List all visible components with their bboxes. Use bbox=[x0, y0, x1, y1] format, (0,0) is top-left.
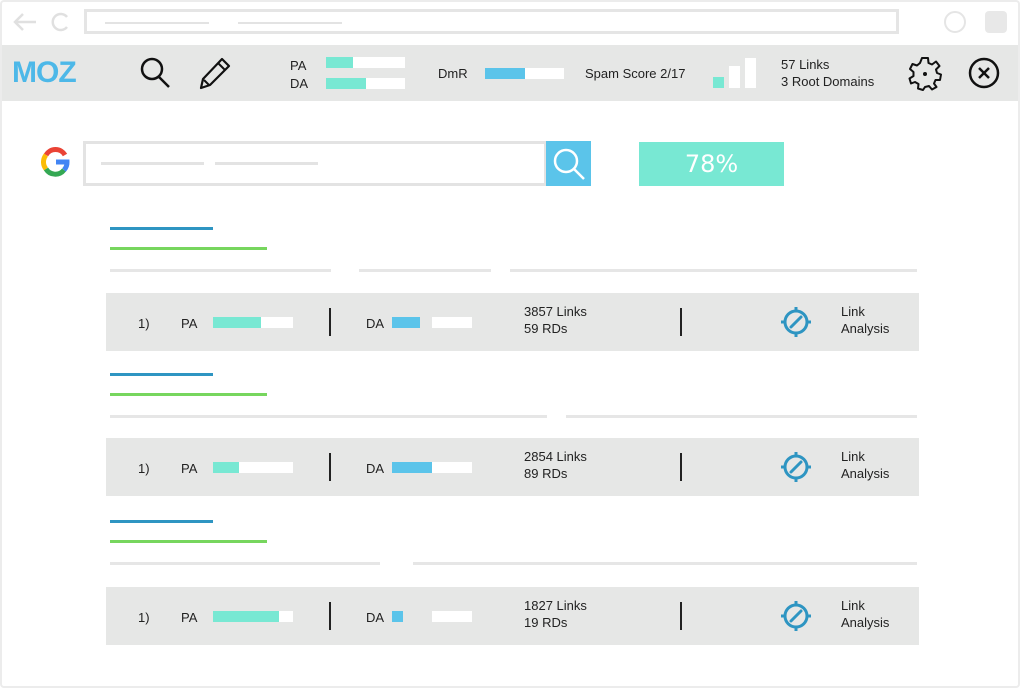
spam-score-label: Spam Score 2/17 bbox=[585, 66, 686, 81]
google-g-icon bbox=[41, 147, 71, 177]
da-label: DA bbox=[290, 76, 309, 91]
result-title-link[interactable] bbox=[110, 227, 213, 230]
result-url bbox=[110, 393, 267, 396]
toolbar-root-domains: 3 Root Domains bbox=[781, 74, 875, 89]
da-bar-fill bbox=[392, 317, 420, 328]
profile-button[interactable] bbox=[944, 11, 966, 33]
pa-bar bbox=[213, 317, 293, 328]
result-metrics-row: 1) PA DA 1827 Links 19 RDs Link Analysis bbox=[106, 587, 919, 645]
result-links: 3857 Links bbox=[524, 304, 587, 319]
result-title-link[interactable] bbox=[110, 373, 213, 376]
column-divider bbox=[329, 308, 331, 336]
toolbar-dmr-bar-fill bbox=[485, 68, 525, 79]
url-placeholder-line bbox=[105, 22, 209, 24]
column-divider bbox=[329, 453, 331, 481]
arrow-left-icon bbox=[13, 13, 36, 31]
spam-bar-3 bbox=[745, 58, 756, 88]
link-analysis-link[interactable]: Analysis bbox=[841, 614, 889, 631]
result-metrics-row: 1) PA DA 2854 Links 89 RDs Link Analysis bbox=[106, 438, 919, 496]
back-button[interactable] bbox=[10, 10, 40, 34]
result-snippet-line bbox=[413, 562, 917, 565]
url-placeholder-line bbox=[238, 22, 342, 24]
da-label: DA bbox=[366, 461, 385, 476]
link-analysis-link[interactable]: Link bbox=[841, 303, 865, 320]
result-rds: 89 RDs bbox=[524, 466, 568, 481]
da-bar-fill bbox=[392, 462, 432, 473]
result-links: 1827 Links bbox=[524, 598, 587, 613]
pa-bar bbox=[213, 462, 293, 473]
result-snippet-line bbox=[110, 562, 380, 565]
link-analysis-link[interactable]: Link bbox=[841, 448, 865, 465]
toolbar-pa-bar-fill bbox=[326, 57, 353, 68]
address-bar[interactable] bbox=[84, 9, 899, 34]
result-snippet-line bbox=[510, 269, 917, 272]
pencil-icon[interactable] bbox=[196, 55, 232, 91]
query-placeholder-line bbox=[215, 162, 318, 165]
pa-label: PA bbox=[181, 461, 198, 476]
link-analysis-link[interactable]: Analysis bbox=[841, 320, 889, 337]
result-snippet-line bbox=[110, 415, 547, 418]
column-divider bbox=[329, 602, 331, 630]
result-rank: 1) bbox=[138, 461, 150, 476]
toolbar-dmr-bar bbox=[485, 68, 564, 79]
spam-bar-2 bbox=[729, 66, 740, 88]
result-snippet-line bbox=[566, 415, 917, 418]
gear-icon[interactable] bbox=[907, 55, 943, 91]
result-snippet-line bbox=[110, 269, 331, 272]
score-badge: 78% bbox=[639, 142, 784, 186]
close-circle-icon[interactable] bbox=[966, 55, 1002, 91]
da-bar bbox=[392, 462, 472, 473]
link-analysis-icon[interactable] bbox=[779, 305, 813, 339]
dmr-label: DmR bbox=[438, 66, 468, 81]
result-title-link[interactable] bbox=[110, 520, 213, 523]
da-bar-remaining bbox=[432, 317, 472, 328]
result-rds: 19 RDs bbox=[524, 615, 568, 630]
spam-bar-1 bbox=[713, 77, 724, 88]
result-snippet-line bbox=[359, 269, 491, 272]
query-placeholder-line bbox=[101, 162, 204, 165]
toolbar-pa-bar bbox=[326, 57, 405, 68]
result-url bbox=[110, 540, 267, 543]
result-url bbox=[110, 247, 267, 250]
column-divider bbox=[680, 453, 682, 481]
result-rank: 1) bbox=[138, 610, 150, 625]
link-analysis-link[interactable]: Analysis bbox=[841, 465, 889, 482]
toolbar-da-bar-fill bbox=[326, 78, 366, 89]
result-rank: 1) bbox=[138, 316, 150, 331]
da-label: DA bbox=[366, 316, 385, 331]
toolbar-links: 57 Links bbox=[781, 57, 830, 72]
column-divider bbox=[680, 602, 682, 630]
pa-bar-fill bbox=[213, 317, 261, 328]
pa-label: PA bbox=[181, 610, 198, 625]
pa-label: PA bbox=[181, 316, 198, 331]
moz-logo[interactable]: MOZ bbox=[12, 56, 77, 90]
result-links: 2854 Links bbox=[524, 449, 587, 464]
da-label: DA bbox=[366, 610, 385, 625]
link-analysis-link[interactable]: Link bbox=[841, 597, 865, 614]
menu-button[interactable] bbox=[985, 11, 1007, 33]
da-bar-fill bbox=[392, 611, 404, 622]
da-bar-remaining bbox=[432, 611, 472, 622]
link-analysis-icon[interactable] bbox=[779, 599, 813, 633]
pa-bar-fill bbox=[213, 462, 240, 473]
search-icon[interactable] bbox=[137, 55, 173, 91]
pa-bar-fill bbox=[213, 611, 279, 622]
link-analysis-icon[interactable] bbox=[779, 450, 813, 484]
pa-bar bbox=[213, 611, 293, 622]
search-icon bbox=[553, 148, 585, 180]
column-divider bbox=[680, 308, 682, 336]
result-metrics-row: 1) PA DA 3857 Links 59 RDs Link Analysis bbox=[106, 293, 919, 351]
search-input[interactable] bbox=[83, 141, 547, 186]
toolbar-da-bar bbox=[326, 78, 405, 89]
reload-button[interactable] bbox=[50, 10, 72, 34]
search-button[interactable] bbox=[546, 141, 591, 186]
pa-label: PA bbox=[290, 58, 307, 73]
reload-icon bbox=[51, 12, 68, 32]
result-rds: 59 RDs bbox=[524, 321, 568, 336]
